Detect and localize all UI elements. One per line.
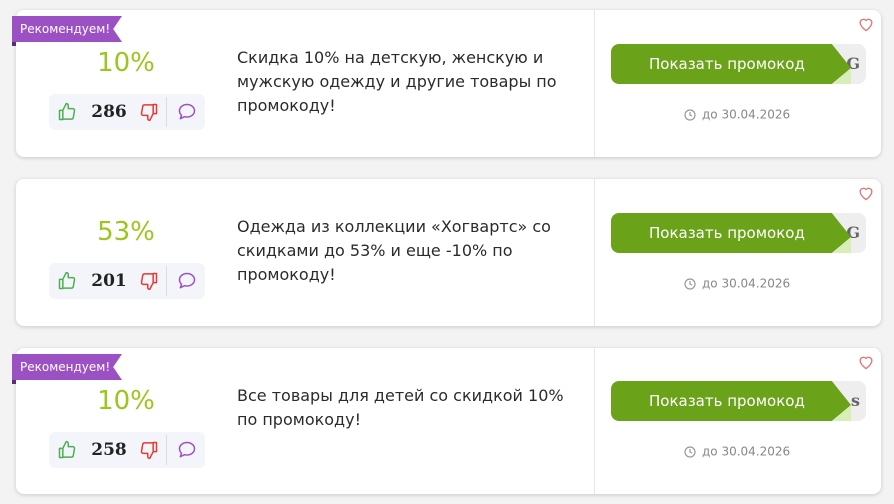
vote-count: 258 bbox=[91, 440, 127, 460]
card-divider bbox=[594, 348, 595, 494]
offer-card: Рекомендуем! 10% 258 Все товары для дете… bbox=[12, 348, 881, 494]
promo-widget[interactable]: G Показать промокод bbox=[611, 213, 866, 253]
vote-panel: 286 bbox=[49, 94, 205, 130]
vote-separator bbox=[166, 97, 167, 127]
expiry-date: до 30.04.2026 bbox=[684, 443, 824, 460]
card-divider bbox=[594, 10, 595, 157]
expiry-date: до 30.04.2026 bbox=[684, 275, 824, 292]
show-promo-button[interactable]: Показать промокод bbox=[611, 44, 851, 84]
vote-separator bbox=[166, 435, 167, 465]
comment-icon[interactable] bbox=[176, 102, 198, 122]
show-promo-button[interactable]: Показать промокод bbox=[611, 381, 851, 421]
vote-separator bbox=[166, 266, 167, 296]
offer-description: Все товары для детей со скидкой 10% по п… bbox=[237, 386, 564, 429]
thumbs-up-icon[interactable] bbox=[57, 271, 77, 291]
promo-widget[interactable]: G Показать промокод bbox=[611, 44, 866, 84]
promo-widget[interactable]: s Показать промокод bbox=[611, 381, 866, 421]
comment-icon[interactable] bbox=[176, 440, 198, 460]
show-promo-button[interactable]: Показать промокод bbox=[611, 213, 851, 253]
thumbs-down-icon[interactable] bbox=[139, 440, 159, 460]
ribbon-fold bbox=[12, 42, 16, 46]
thumbs-down-icon[interactable] bbox=[139, 271, 159, 291]
vote-count: 286 bbox=[91, 102, 127, 122]
heart-icon[interactable] bbox=[857, 354, 875, 370]
comment-icon[interactable] bbox=[176, 271, 198, 291]
offer-card: 53% 201 Одежда из коллекции «Хогвартс» с… bbox=[16, 179, 881, 326]
offer-description: Скидка 10% на детскую, женскую и мужскую… bbox=[237, 48, 557, 115]
vote-panel: 258 bbox=[49, 432, 205, 468]
ribbon-fold bbox=[12, 380, 16, 384]
clock-icon bbox=[684, 108, 696, 121]
recommended-ribbon: Рекомендуем! bbox=[12, 16, 122, 42]
thumbs-down-icon[interactable] bbox=[139, 102, 159, 122]
clock-icon bbox=[684, 277, 696, 290]
expiry-date: до 30.04.2026 bbox=[684, 106, 824, 123]
expiry-text: до 30.04.2026 bbox=[702, 107, 791, 122]
clock-icon bbox=[684, 445, 696, 458]
discount-value: 53% bbox=[97, 217, 155, 247]
expiry-text: до 30.04.2026 bbox=[702, 444, 791, 459]
heart-icon[interactable] bbox=[857, 185, 875, 201]
offer-description: Одежда из коллекции «Хогвартс» со скидка… bbox=[237, 217, 551, 284]
thumbs-up-icon[interactable] bbox=[57, 102, 77, 122]
card-divider bbox=[594, 179, 595, 326]
vote-count: 201 bbox=[91, 271, 127, 291]
vote-panel: 201 bbox=[49, 263, 205, 299]
thumbs-up-icon[interactable] bbox=[57, 440, 77, 460]
expiry-text: до 30.04.2026 bbox=[702, 276, 791, 291]
heart-icon[interactable] bbox=[857, 16, 875, 32]
discount-value: 10% bbox=[97, 386, 155, 416]
recommended-ribbon: Рекомендуем! bbox=[12, 354, 122, 380]
offer-card: Рекомендуем! 10% 286 Скидка 10% на детск… bbox=[12, 10, 881, 157]
discount-value: 10% bbox=[97, 48, 155, 78]
